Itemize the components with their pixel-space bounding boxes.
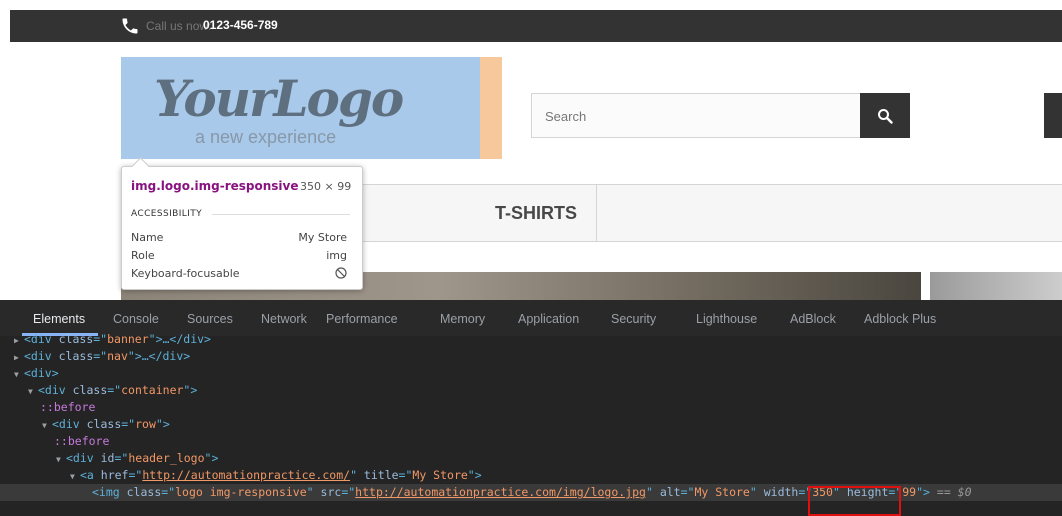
dom-node-div[interactable]: ▼ <div> [0,365,1062,382]
dom-node-anchor[interactable]: ▼ <a href="http://automationpractice.com/… [0,467,1062,484]
dom-node-img-selected[interactable]: <img class="logo img-responsive" src="ht… [0,484,1062,501]
logo-mark: YourLogo [154,69,404,128]
search-icon [878,108,893,124]
dom-node-header-logo[interactable]: ▼ <div id="header_logo"> [0,450,1062,467]
tooltip-row-name: Name My Store [131,231,347,244]
tooltip-row-role: Role img [131,249,347,262]
search-box [531,93,861,139]
dom-pseudo-before[interactable]: ::before [0,399,1062,416]
devtools-panel: Elements Console Sources Network Perform… [0,300,1062,516]
search-button[interactable] [860,93,910,138]
dom-node-row[interactable]: ▼ <div class="row"> [0,416,1062,433]
tooltip-section-title: ACCESSIBILITY [131,209,203,219]
search-input[interactable] [532,94,847,139]
tooltip-row-focusable: Keyboard-focusable [131,267,347,280]
cart-button[interactable] [1044,93,1062,138]
store-logo[interactable]: YourLogo a new experience [121,57,502,159]
top-bar: Call us now: 0123-456-789 [10,10,1062,42]
dom-node-nav[interactable]: ▶ <div class="nav">…</div> [0,348,1062,365]
tooltip-dimensions: 350 × 99 [300,180,352,193]
store-page: Call us now: 0123-456-789 YourLogo a new… [0,0,1062,300]
phone-icon [120,16,140,39]
tooltip-selector: img.logo.img-responsive [131,179,299,193]
logo-stripe [480,57,502,159]
width-attribute-highlight [808,486,901,516]
call-us-label: Call us now: [146,19,212,33]
logo-tagline: a new experience [195,127,337,147]
menu-item-tshirts[interactable]: T-SHIRTS [477,185,597,242]
dom-node-container[interactable]: ▼ <div class="container"> [0,382,1062,399]
tooltip-divider [212,214,350,215]
inspect-tooltip: img.logo.img-responsive 350 × 99 ACCESSI… [121,157,363,290]
dom-pseudo-before[interactable]: ::before [0,433,1062,450]
side-banner [930,272,1062,300]
not-focusable-icon [335,267,347,282]
menu-item-label: T-SHIRTS [495,203,578,223]
dom-node-banner[interactable]: ▶ <div class="banner">…</div> [0,331,1062,348]
phone-number: 0123-456-789 [203,18,278,32]
